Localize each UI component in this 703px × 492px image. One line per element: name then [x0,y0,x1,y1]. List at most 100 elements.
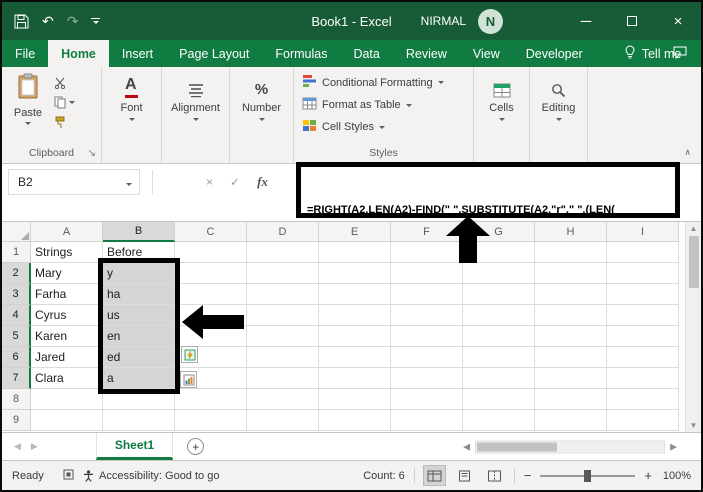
scroll-left-icon[interactable]: ◀ [463,441,470,452]
tab-page-layout[interactable]: Page Layout [166,40,262,67]
cell-H3[interactable] [535,284,607,305]
tab-view[interactable]: View [460,40,513,67]
cell-A3[interactable]: Farha [31,284,103,305]
cell-C8[interactable] [175,389,247,410]
cell-D7[interactable] [247,368,319,389]
cell-D6[interactable] [247,347,319,368]
cell-G7[interactable] [463,368,535,389]
cell-D9[interactable] [247,410,319,431]
row-header-3[interactable]: 3 [2,284,31,305]
cell-D1[interactable] [247,242,319,263]
cell-D2[interactable] [247,263,319,284]
cell-A4[interactable]: Cyrus [31,305,103,326]
row-header-4[interactable]: 4 [2,305,31,326]
editing-group-button[interactable]: Editing [530,67,587,163]
new-sheet-button[interactable]: + [187,438,204,455]
cell-H6[interactable] [535,347,607,368]
cell-F4[interactable] [391,305,463,326]
cell-H9[interactable] [535,410,607,431]
cell-G9[interactable] [463,410,535,431]
cell-C3[interactable] [175,284,247,305]
cell-I8[interactable] [607,389,679,410]
insert-function-button[interactable]: fx [257,174,268,190]
collapse-ribbon-icon[interactable]: ∧ [684,147,691,158]
cell-I7[interactable] [607,368,679,389]
cell-C9[interactable] [175,410,247,431]
macro-record-icon[interactable] [63,469,74,483]
column-header-A[interactable]: A [31,222,103,242]
row-header-5[interactable]: 5 [2,326,31,347]
page-break-view-button[interactable] [484,466,505,485]
cell-I9[interactable] [607,410,679,431]
cell-F8[interactable] [391,389,463,410]
cell-F6[interactable] [391,347,463,368]
cell-H1[interactable] [535,242,607,263]
cell-A6[interactable]: Jared [31,347,103,368]
maximize-button[interactable] [609,2,655,40]
cell-E5[interactable] [319,326,391,347]
page-layout-view-button[interactable] [454,466,475,485]
select-all-button[interactable] [2,222,31,242]
alignment-group-button[interactable]: Alignment [162,67,229,163]
cell-E7[interactable] [319,368,391,389]
cell-A2[interactable]: Mary [31,263,103,284]
cell-E2[interactable] [319,263,391,284]
clipboard-dialog-launcher-icon[interactable]: ↘ [88,149,96,159]
tab-insert[interactable]: Insert [109,40,166,67]
undo-icon[interactable]: ↶ [42,13,54,30]
tab-file[interactable]: File [2,40,48,67]
sheet-tab-sheet1[interactable]: Sheet1 [96,433,173,460]
vertical-scrollbar[interactable]: ▲ ▼ [685,222,701,432]
cell-A8[interactable] [31,389,103,410]
zoom-out-button[interactable]: − [524,468,532,483]
save-icon[interactable] [14,14,29,29]
cell-D5[interactable] [247,326,319,347]
enter-button[interactable]: ✓ [230,175,240,189]
cell-G2[interactable] [463,263,535,284]
scroll-right-icon[interactable]: ▶ [670,441,677,452]
tab-home[interactable]: Home [48,40,109,67]
scroll-down-icon[interactable]: ▼ [690,421,698,430]
avatar[interactable]: N [478,9,503,34]
format-painter-button[interactable] [54,116,75,129]
vertical-scroll-thumb[interactable] [689,236,699,288]
cell-C2[interactable] [175,263,247,284]
cell-D8[interactable] [247,389,319,410]
user-name[interactable]: NIRMAL [421,14,466,28]
row-header-6[interactable]: 6 [2,347,31,368]
flash-fill-options-badge[interactable] [181,346,198,363]
column-header-D[interactable]: D [247,222,319,242]
quick-analysis-badge[interactable] [180,371,197,388]
cell-G8[interactable] [463,389,535,410]
horizontal-scroll-track[interactable] [475,440,665,453]
copy-button[interactable] [54,96,75,109]
zoom-in-button[interactable]: + [644,468,652,483]
cell-E3[interactable] [319,284,391,305]
cell-styles-button[interactable]: Cell Styles [302,119,385,135]
cell-I6[interactable] [607,347,679,368]
cell-A1[interactable]: Strings [31,242,103,263]
cell-I1[interactable] [607,242,679,263]
vertical-scroll-track[interactable] [686,233,701,421]
tab-data[interactable]: Data [340,40,392,67]
cell-H2[interactable] [535,263,607,284]
cell-I2[interactable] [607,263,679,284]
zoom-slider-thumb[interactable] [584,470,591,482]
cell-I3[interactable] [607,284,679,305]
cut-button[interactable] [54,76,75,89]
row-header-8[interactable]: 8 [2,389,31,410]
close-button[interactable]: × [655,2,701,40]
cell-G5[interactable] [463,326,535,347]
zoom-percentage[interactable]: 100% [661,470,691,482]
column-header-C[interactable]: C [175,222,247,242]
cell-B9[interactable] [103,410,175,431]
zoom-slider[interactable] [540,475,635,477]
row-header-1[interactable]: 1 [2,242,31,263]
column-header-I[interactable]: I [607,222,679,242]
cells-group-button[interactable]: Cells [474,67,529,163]
horizontal-scrollbar[interactable]: ◀ ▶ [463,440,677,453]
cell-D4[interactable] [247,305,319,326]
sheet-nav-left-icon[interactable]: ◀ [14,441,21,452]
cell-H8[interactable] [535,389,607,410]
normal-view-button[interactable] [424,466,445,485]
